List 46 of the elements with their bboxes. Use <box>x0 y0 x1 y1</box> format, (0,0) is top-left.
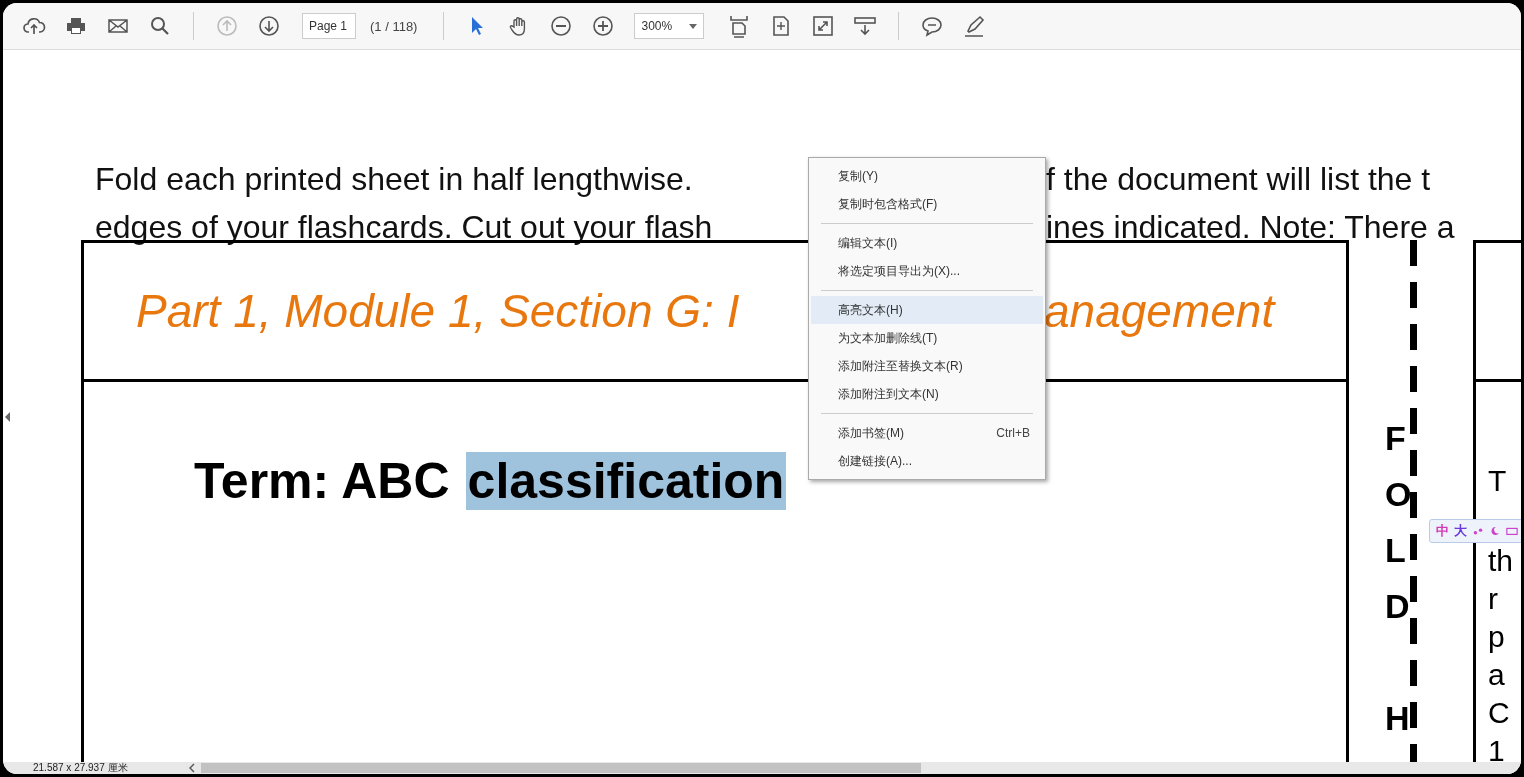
term-text: Term: ABC <box>194 452 450 510</box>
ime-mode-button[interactable]: 中 <box>1436 522 1449 540</box>
page-count: (1 / 118) <box>370 18 418 34</box>
caret-icon <box>689 23 698 29</box>
panel-toggle-icon[interactable] <box>5 412 10 422</box>
menu-item[interactable]: 添加附注至替换文本(R) <box>811 352 1043 380</box>
zoom-in-icon[interactable] <box>591 14 616 38</box>
fold-label: H <box>1385 698 1411 739</box>
menu-item[interactable]: 为文本加删除线(T) <box>811 324 1043 352</box>
selected-text: classification <box>465 452 787 510</box>
menu-item[interactable]: 高亮文本(H) <box>811 296 1043 324</box>
definition-text: C <box>1488 695 1510 731</box>
menu-item[interactable]: 创建链接(A)... <box>811 447 1043 475</box>
card-title: Part 1, Module 1, Section G: I <box>136 284 740 338</box>
menu-item[interactable]: 复制(Y) <box>811 162 1043 190</box>
fold-label: FOLD <box>1385 418 1413 627</box>
menu-item[interactable]: 添加书签(M) Ctrl+B <box>811 419 1043 447</box>
instruction-text: f the document will list the t <box>1046 160 1432 198</box>
menu-item[interactable]: 将选定项目导出为(X)... <box>811 257 1043 285</box>
definition-text: r <box>1488 581 1498 617</box>
punctuation-icon[interactable] <box>1472 526 1484 536</box>
page-field[interactable]: Page 1 <box>302 13 356 39</box>
full-screen-icon[interactable] <box>811 14 836 38</box>
scroll-left-icon[interactable] <box>189 763 195 773</box>
definition-text: th <box>1488 543 1514 579</box>
definition-text: T <box>1488 463 1507 499</box>
comment-icon[interactable] <box>920 14 945 38</box>
instruction-text: edges of your flashcards. Cut out your flash <box>95 208 713 246</box>
page-size-text: 21.587 x 27.937 厘米 <box>32 762 129 774</box>
card-title: anagement <box>1044 284 1275 338</box>
zoom-out-icon[interactable] <box>549 14 574 38</box>
zoom-dropdown[interactable]: 300% <box>634 13 705 39</box>
definition-text: 1 <box>1488 733 1505 762</box>
ime-width-button[interactable]: 大 <box>1454 522 1467 540</box>
instruction-text: ines indicated. Note: There a <box>1046 208 1456 246</box>
highlighter-icon[interactable] <box>962 14 987 38</box>
menu-item[interactable]: 复制时包含格式(F) <box>811 190 1043 218</box>
moon-icon[interactable] <box>1489 526 1501 536</box>
menu-item[interactable]: 添加附注到文本(N) <box>811 380 1043 408</box>
next-page-icon[interactable] <box>257 14 281 38</box>
read-mode-icon[interactable] <box>853 14 878 38</box>
instruction-text: Fold each printed sheet in half lengthwise. <box>95 160 693 198</box>
definition-text: a <box>1488 657 1505 693</box>
definition-text: p <box>1488 619 1505 655</box>
keyboard-icon[interactable] <box>1506 526 1518 536</box>
menu-item[interactable]: 编辑文本(I) <box>811 229 1043 257</box>
